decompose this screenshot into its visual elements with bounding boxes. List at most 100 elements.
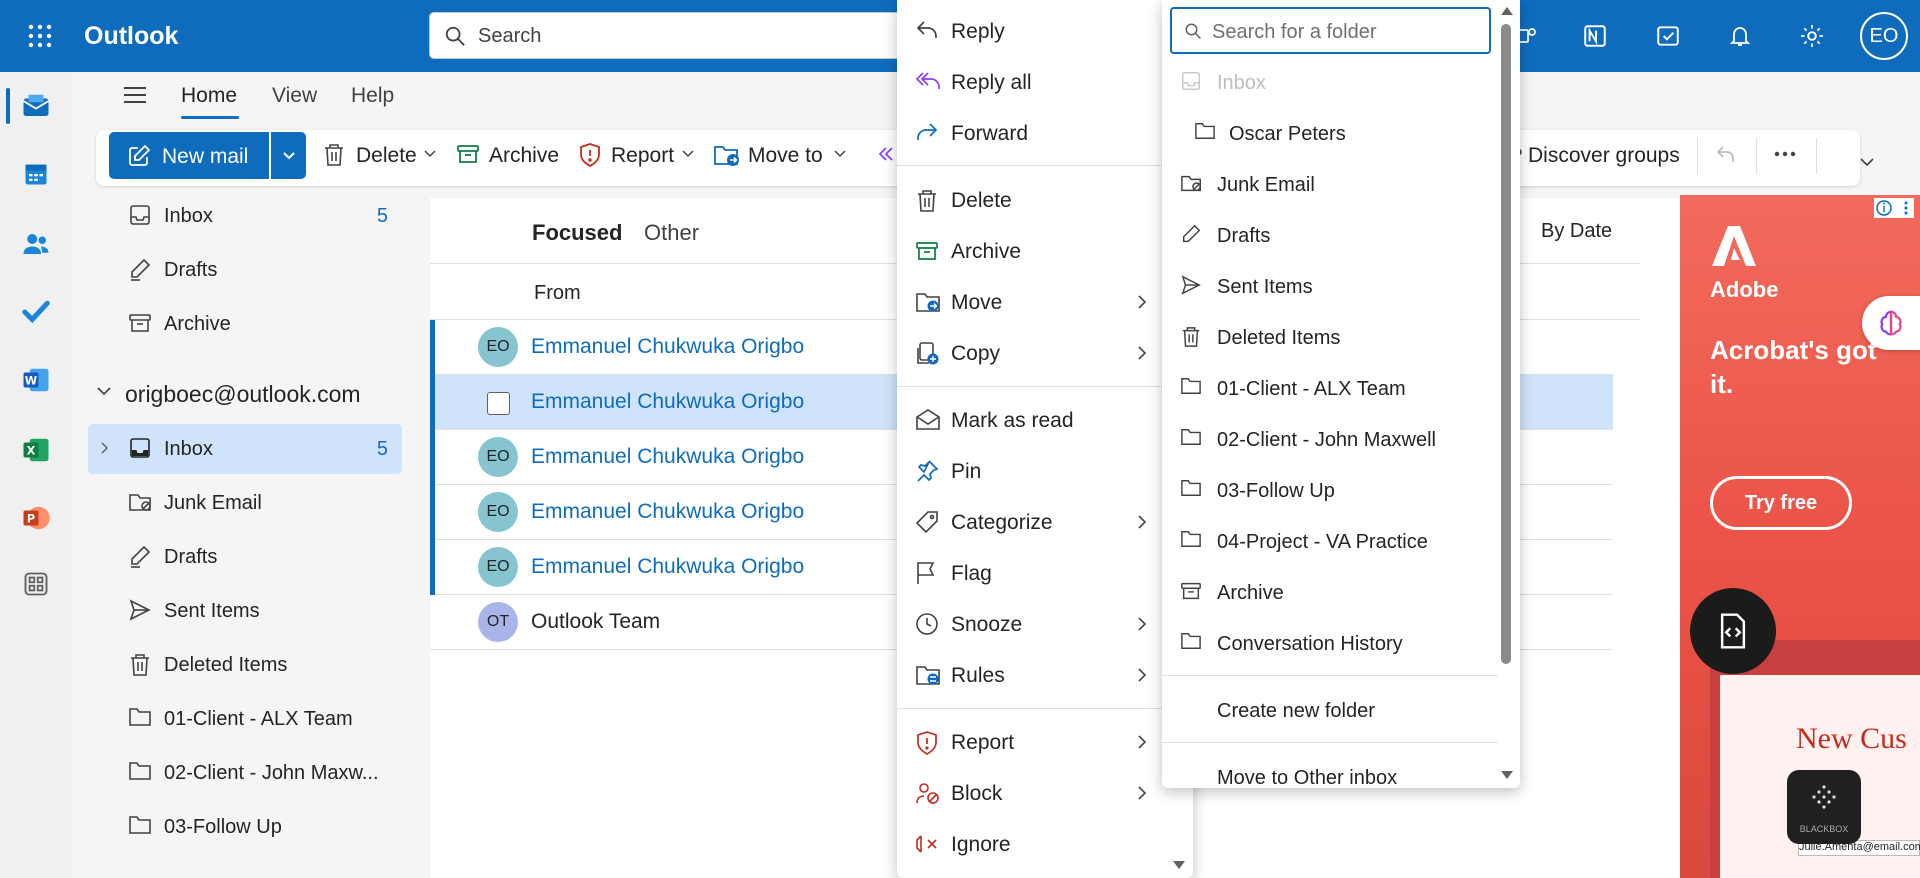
avatar[interactable]: EO xyxy=(1860,12,1908,60)
menu-item-mark-as-read[interactable]: Mark as read xyxy=(897,396,1163,446)
tab-view[interactable]: View xyxy=(272,84,317,108)
sidebar-item-drafts[interactable]: Drafts xyxy=(88,532,402,582)
tab-other[interactable]: Other xyxy=(644,220,699,246)
toolbar-divider xyxy=(1697,138,1698,174)
sidebar-item-folder[interactable]: 02-Client - John Maxw... xyxy=(88,748,402,798)
move-to-button[interactable]: Move to xyxy=(748,144,823,168)
code-snippet-icon[interactable] xyxy=(1690,588,1776,674)
submenu-folder[interactable]: Deleted Items xyxy=(1162,313,1492,363)
undo-icon[interactable] xyxy=(1714,142,1738,166)
tab-help[interactable]: Help xyxy=(351,84,394,108)
people-icon[interactable] xyxy=(18,226,54,262)
submenu-folder[interactable]: Conversation History xyxy=(1162,619,1492,669)
scroll-down-arrow-icon[interactable] xyxy=(1172,860,1186,870)
menu-item-delete[interactable]: Delete xyxy=(897,176,1163,226)
bell-icon[interactable] xyxy=(1724,20,1756,52)
favorites-inbox[interactable]: Inbox 5 xyxy=(88,191,402,241)
sidebar-item-inbox[interactable]: Inbox 5 xyxy=(88,424,402,474)
mail-icon[interactable] xyxy=(18,88,54,124)
scroll-down-arrow-icon[interactable] xyxy=(1500,770,1514,780)
archive-button[interactable]: Archive xyxy=(489,144,559,168)
menu-item-block[interactable]: Block xyxy=(897,769,1163,819)
word-icon[interactable]: W xyxy=(18,362,54,398)
app-title[interactable]: Outlook xyxy=(84,22,178,51)
chevron-down-icon[interactable] xyxy=(424,150,436,158)
favorites-drafts[interactable]: Drafts xyxy=(88,245,402,295)
chevron-right-icon[interactable] xyxy=(100,441,109,455)
reply-icon xyxy=(915,19,939,41)
sidebar-item-folder[interactable]: 03-Follow Up xyxy=(88,802,402,852)
delete-button[interactable]: Delete xyxy=(356,144,417,168)
menu-item-rules[interactable]: Rules xyxy=(897,651,1163,701)
reply-all-icon[interactable] xyxy=(876,142,896,166)
favorites-archive[interactable]: Archive xyxy=(88,299,402,349)
ad-brand: Adobe xyxy=(1710,277,1779,302)
column-from[interactable]: From xyxy=(534,282,581,305)
calendar-icon[interactable] xyxy=(18,156,54,192)
menu-item-reply-all[interactable]: Reply all xyxy=(897,58,1163,108)
more-options-icon[interactable] xyxy=(1773,150,1797,158)
new-mail-button[interactable]: New mail xyxy=(109,132,269,179)
hamburger-icon[interactable] xyxy=(122,84,148,106)
chevron-down-icon[interactable] xyxy=(96,386,112,396)
scrollbar-thumb[interactable] xyxy=(1501,24,1511,664)
adobe-logo-icon xyxy=(1712,224,1756,268)
folder-search-input[interactable]: Search for a folder xyxy=(1170,7,1491,54)
menu-item-report[interactable]: Report xyxy=(897,718,1163,768)
scroll-up-arrow-icon[interactable] xyxy=(1500,6,1514,16)
ad-try-free-button[interactable]: Try free xyxy=(1710,476,1852,530)
sidebar-item-sent[interactable]: Sent Items xyxy=(88,586,402,636)
powerpoint-icon[interactable]: P xyxy=(18,500,54,536)
submenu-folder[interactable]: Junk Email xyxy=(1162,160,1492,210)
menu-item-archive[interactable]: Archive xyxy=(897,227,1163,277)
sort-by-date[interactable]: By Date xyxy=(1541,220,1612,243)
menu-separator xyxy=(897,386,1163,387)
menu-item-move[interactable]: Move xyxy=(897,278,1163,328)
account-name[interactable]: origboec@outlook.com xyxy=(125,381,361,408)
sidebar-item-junk[interactable]: Junk Email xyxy=(88,478,402,528)
chevron-down-icon[interactable] xyxy=(682,150,694,158)
menu-item-ignore[interactable]: Ignore xyxy=(897,820,1163,870)
submenu-folder[interactable]: 01-Client - ALX Team xyxy=(1162,364,1492,414)
sidebar-item-folder[interactable]: 01-Client - ALX Team xyxy=(88,694,402,744)
menu-item-flag[interactable]: Flag xyxy=(897,549,1163,599)
menu-item-copy[interactable]: Copy xyxy=(897,329,1163,379)
tab-home[interactable]: Home xyxy=(181,84,237,108)
blackbox-badge[interactable]: BLACKBOX xyxy=(1787,770,1861,844)
flag-icon xyxy=(915,561,937,585)
more-apps-icon[interactable] xyxy=(18,566,54,602)
tab-focused[interactable]: Focused xyxy=(532,220,622,246)
discover-groups-button[interactable]: Discover groups xyxy=(1528,144,1680,168)
submenu-folder[interactable]: Drafts xyxy=(1162,211,1492,261)
menu-item-snooze[interactable]: Snooze xyxy=(897,600,1163,650)
excel-icon[interactable]: X xyxy=(18,432,54,468)
submenu-folder[interactable]: Archive xyxy=(1162,568,1492,618)
pencil-icon xyxy=(128,544,152,568)
submenu-folder[interactable]: Sent Items xyxy=(1162,262,1492,312)
submenu-folder[interactable]: 03-Follow Up xyxy=(1162,466,1492,516)
app-launcher-icon[interactable] xyxy=(20,16,60,56)
todo-app-icon[interactable] xyxy=(18,294,54,330)
move-to-other-inbox-button[interactable]: Move to Other inbox xyxy=(1162,753,1492,787)
create-new-folder-button[interactable]: Create new folder xyxy=(1162,686,1492,736)
new-mail-dropdown[interactable] xyxy=(271,132,306,179)
menu-item-categorize[interactable]: Categorize xyxy=(897,498,1163,548)
menu-item-pin[interactable]: Pin xyxy=(897,447,1163,497)
move-folder-icon xyxy=(915,290,941,314)
menu-item-forward[interactable]: Forward xyxy=(897,109,1163,159)
menu-item-reply[interactable]: Reply xyxy=(897,7,1163,57)
sidebar-item-deleted[interactable]: Deleted Items xyxy=(88,640,402,690)
ad-info-icon[interactable] xyxy=(1874,198,1914,218)
chevron-down-icon[interactable] xyxy=(1860,158,1874,167)
search-input[interactable]: Search xyxy=(429,12,929,59)
copilot-brain-icon[interactable] xyxy=(1862,296,1920,350)
todo-icon[interactable] xyxy=(1652,20,1684,52)
submenu-folder[interactable]: Oscar Peters xyxy=(1162,109,1492,159)
submenu-folder[interactable]: 04-Project - VA Practice xyxy=(1162,517,1492,567)
report-button[interactable]: Report xyxy=(611,144,674,168)
chevron-down-icon[interactable] xyxy=(834,150,846,158)
onenote-icon[interactable] xyxy=(1579,20,1611,52)
submenu-folder[interactable]: 02-Client - John Maxwell xyxy=(1162,415,1492,465)
row-checkbox[interactable] xyxy=(487,392,510,415)
gear-icon[interactable] xyxy=(1796,20,1828,52)
